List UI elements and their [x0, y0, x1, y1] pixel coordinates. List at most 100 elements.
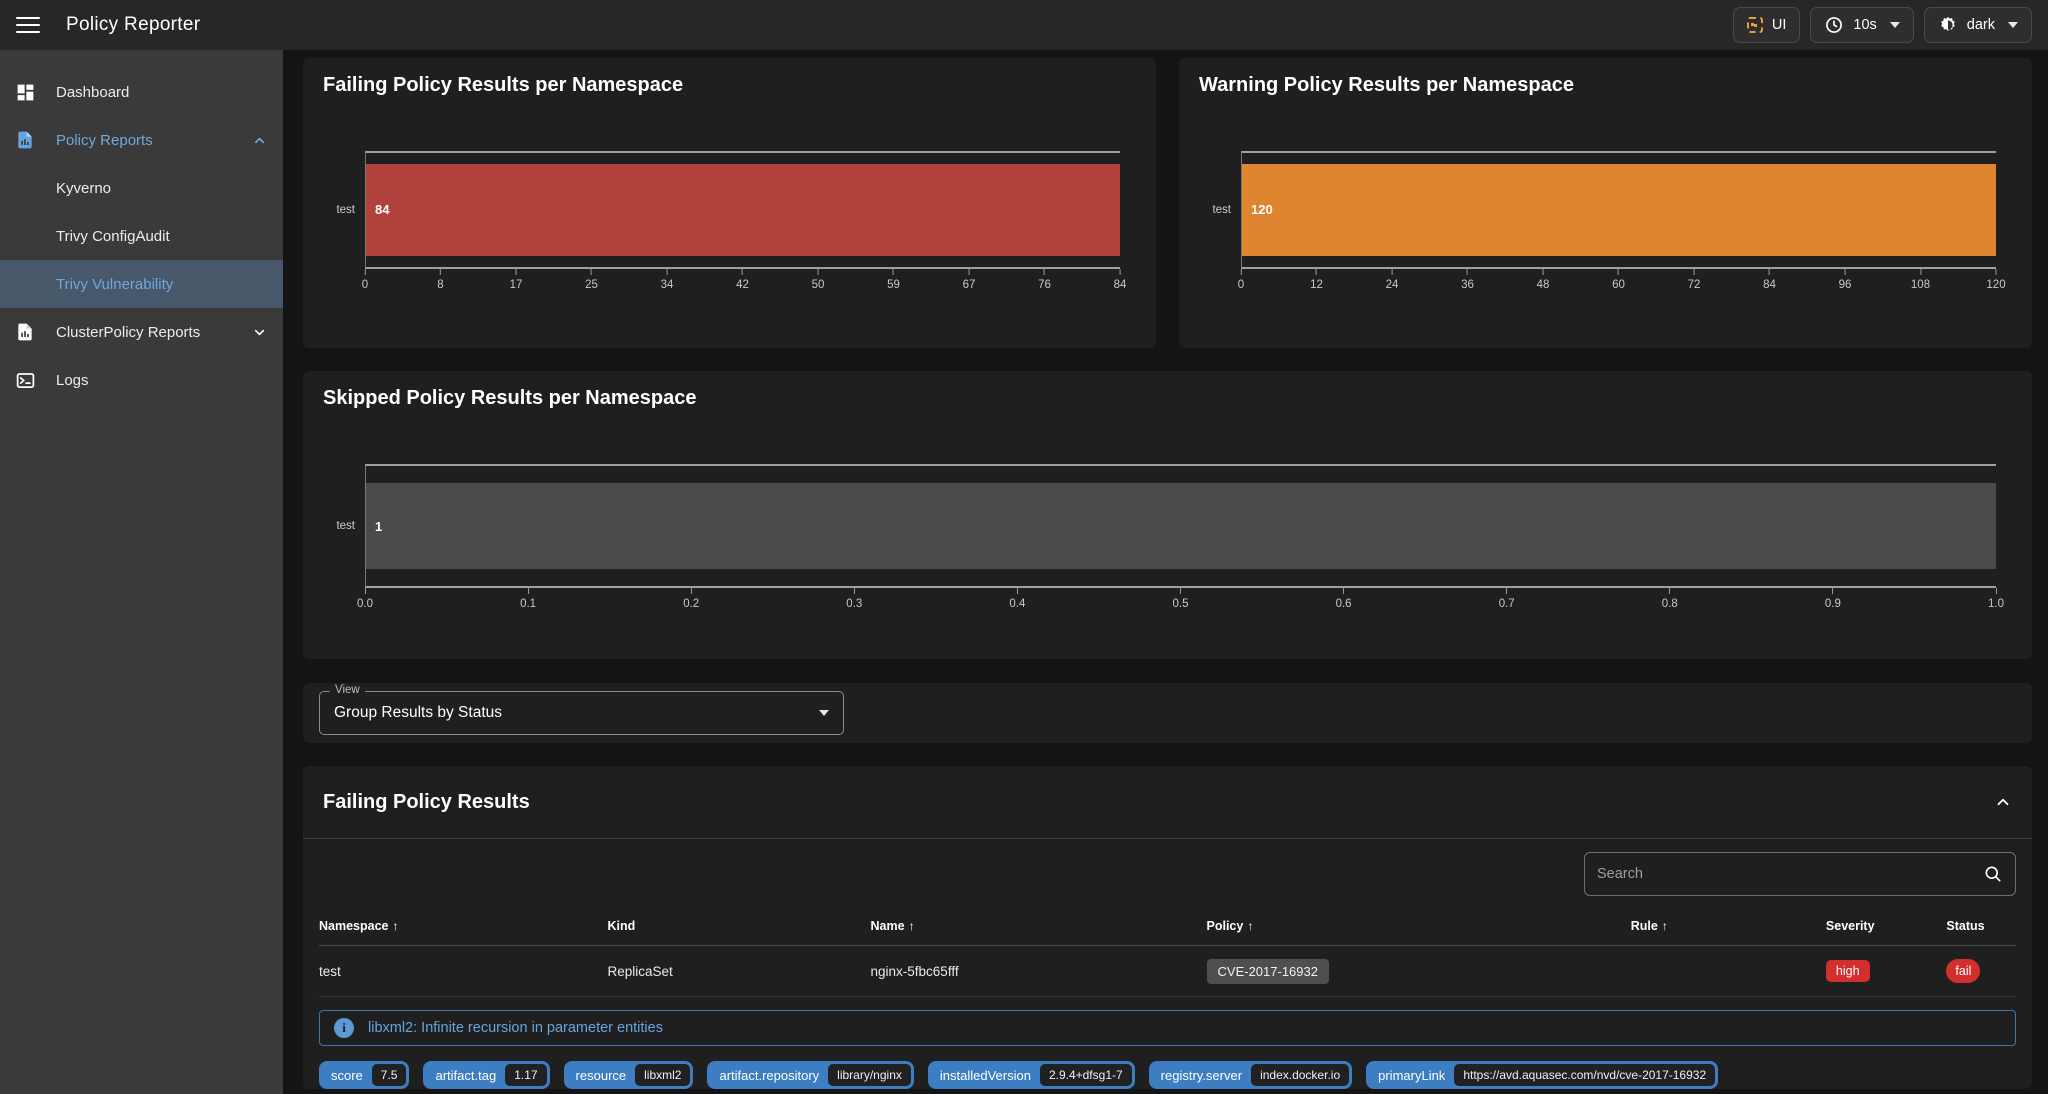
sidebar-item-label: Trivy ConfigAudit: [56, 228, 170, 245]
axis-tick: 84: [1763, 269, 1776, 291]
axis-tick-label: 72: [1688, 279, 1701, 291]
sidebar-item-clusterpolicy-reports[interactable]: ClusterPolicy Reports: [0, 308, 283, 356]
sidebar-item-logs[interactable]: Logs: [0, 356, 283, 404]
axis-tick-label: 0.5: [1173, 598, 1189, 610]
axis-tick: 17: [510, 269, 523, 291]
axis-tick-label: 0.3: [846, 598, 862, 610]
column-header-namespace[interactable]: Namespace↑: [319, 919, 607, 933]
topbar: Policy Reporter UI 10s dark: [0, 0, 2048, 50]
axis-tick: 84: [1114, 269, 1127, 291]
chip-value: index.docker.io: [1251, 1064, 1349, 1086]
policy-chip[interactable]: CVE-2017-16932: [1207, 959, 1329, 984]
vulnerability-link[interactable]: libxml2: Infinite recursion in parameter…: [368, 1020, 663, 1036]
axis-tick: 120: [1986, 269, 2005, 291]
theme-value: dark: [1967, 17, 1995, 33]
sidebar-item-label: Kyverno: [56, 180, 111, 197]
sidebar-item-policy-reports[interactable]: Policy Reports: [0, 116, 283, 164]
sort-asc-icon: ↑: [1662, 919, 1668, 933]
axis-tick-label: 0.6: [1336, 598, 1352, 610]
search-input[interactable]: [1597, 866, 1983, 882]
column-header-policy[interactable]: Policy↑: [1207, 919, 1631, 933]
file-chart-icon: [14, 130, 36, 150]
chart-plot-area: 1: [365, 464, 1996, 588]
chart-bar-value: 1: [375, 519, 382, 534]
property-chip[interactable]: score7.5: [319, 1061, 409, 1089]
sidebar-item-trivy-vulnerability[interactable]: Trivy Vulnerability: [0, 260, 283, 308]
ui-button-label: UI: [1772, 17, 1787, 33]
axis-tick: 25: [585, 269, 598, 291]
axis-tick: 0: [1238, 269, 1244, 291]
theme-select[interactable]: dark: [1924, 7, 2032, 43]
sort-asc-icon: ↑: [1247, 919, 1253, 933]
refresh-interval-value: 10s: [1853, 17, 1876, 33]
axis-tick-label: 84: [1763, 279, 1776, 291]
sort-asc-icon: ↑: [909, 919, 915, 933]
axis-tick: 59: [887, 269, 900, 291]
info-icon: i: [334, 1018, 354, 1038]
chart-category-label: test: [1199, 151, 1241, 269]
column-header-kind[interactable]: Kind: [607, 919, 870, 933]
chevron-up-icon: [252, 133, 267, 148]
chip-value: 7.5: [372, 1064, 407, 1086]
axis-tick: 42: [736, 269, 749, 291]
axis-tick: 8: [437, 269, 443, 291]
property-chip[interactable]: installedVersion2.9.4+dfsg1-7: [928, 1061, 1135, 1089]
chart-bar-value: 84: [375, 202, 389, 217]
axis-tick: 0.9: [1825, 588, 1841, 610]
axis-tick-label: 0.9: [1825, 598, 1841, 610]
sidebar-item-label: Dashboard: [56, 84, 129, 101]
column-header-rule[interactable]: Rule↑: [1631, 919, 1826, 933]
axis-tick-label: 60: [1612, 279, 1625, 291]
ui-button[interactable]: UI: [1733, 7, 1801, 43]
axis-tick: 36: [1461, 269, 1474, 291]
property-chip[interactable]: artifact.tag1.17: [423, 1061, 549, 1089]
axis-tick-label: 8: [437, 279, 443, 291]
app-title: Policy Reporter: [66, 14, 200, 36]
column-header-status[interactable]: Status: [1946, 919, 2016, 933]
sidebar-item-label: Trivy Vulnerability: [56, 276, 173, 293]
chip-value: 1.17: [505, 1064, 546, 1086]
axis-tick: 108: [1911, 269, 1930, 291]
axis-tick: 96: [1839, 269, 1852, 291]
chip-label: artifact.tag: [426, 1066, 505, 1085]
chart-plot-area: 84: [365, 151, 1120, 269]
property-chip[interactable]: registry.serverindex.docker.io: [1149, 1061, 1352, 1089]
sidebar-item-dashboard[interactable]: Dashboard: [0, 68, 283, 116]
search-field[interactable]: [1584, 852, 2016, 896]
chip-value: 2.9.4+dfsg1-7: [1040, 1064, 1132, 1086]
property-chip[interactable]: resourcelibxml2: [564, 1061, 694, 1089]
sidebar: Dashboard Policy Reports Kyverno Trivy C…: [0, 50, 283, 1094]
property-chip[interactable]: primaryLinkhttps://avd.aquasec.com/nvd/c…: [1366, 1061, 1718, 1089]
axis-tick-label: 96: [1839, 279, 1852, 291]
axis-tick-label: 48: [1537, 279, 1550, 291]
chip-value: library/nginx: [828, 1064, 911, 1086]
search-icon[interactable]: [1983, 864, 2003, 884]
sidebar-item-kyverno[interactable]: Kyverno: [0, 164, 283, 212]
column-header-name[interactable]: Name↑: [871, 919, 1207, 933]
status-badge: fail: [1946, 959, 1980, 983]
sidebar-item-label: Policy Reports: [56, 132, 153, 149]
sidebar-item-trivy-configaudit[interactable]: Trivy ConfigAudit: [0, 212, 283, 260]
axis-tick-label: 36: [1461, 279, 1474, 291]
chip-value: libxml2: [635, 1064, 690, 1086]
chevron-down-icon: [1890, 22, 1900, 28]
chip-label: score: [322, 1066, 372, 1085]
clock-icon: [1824, 15, 1844, 35]
axis-tick: 24: [1386, 269, 1399, 291]
axis-tick: 34: [661, 269, 674, 291]
menu-icon[interactable]: [16, 17, 40, 33]
column-header-severity[interactable]: Severity: [1826, 919, 1946, 933]
property-chip[interactable]: artifact.repositorylibrary/nginx: [707, 1061, 913, 1089]
axis-tick: 0.4: [1009, 588, 1025, 610]
axis-tick: 0.8: [1662, 588, 1678, 610]
refresh-interval-select[interactable]: 10s: [1810, 7, 1913, 43]
view-select[interactable]: View Group Results by Status: [319, 691, 844, 735]
table-row[interactable]: test ReplicaSet nginx-5fbc65fff CVE-2017…: [319, 946, 2016, 997]
axis-tick: 0.2: [683, 588, 699, 610]
skipped-results-chart-card: Skipped Policy Results per Namespace tes…: [303, 371, 2032, 659]
collapse-section-button[interactable]: [1994, 793, 2012, 811]
cell-namespace: test: [319, 964, 607, 979]
console-icon: [14, 370, 36, 391]
axis-tick: 76: [1038, 269, 1051, 291]
axis-tick-label: 0.7: [1499, 598, 1515, 610]
